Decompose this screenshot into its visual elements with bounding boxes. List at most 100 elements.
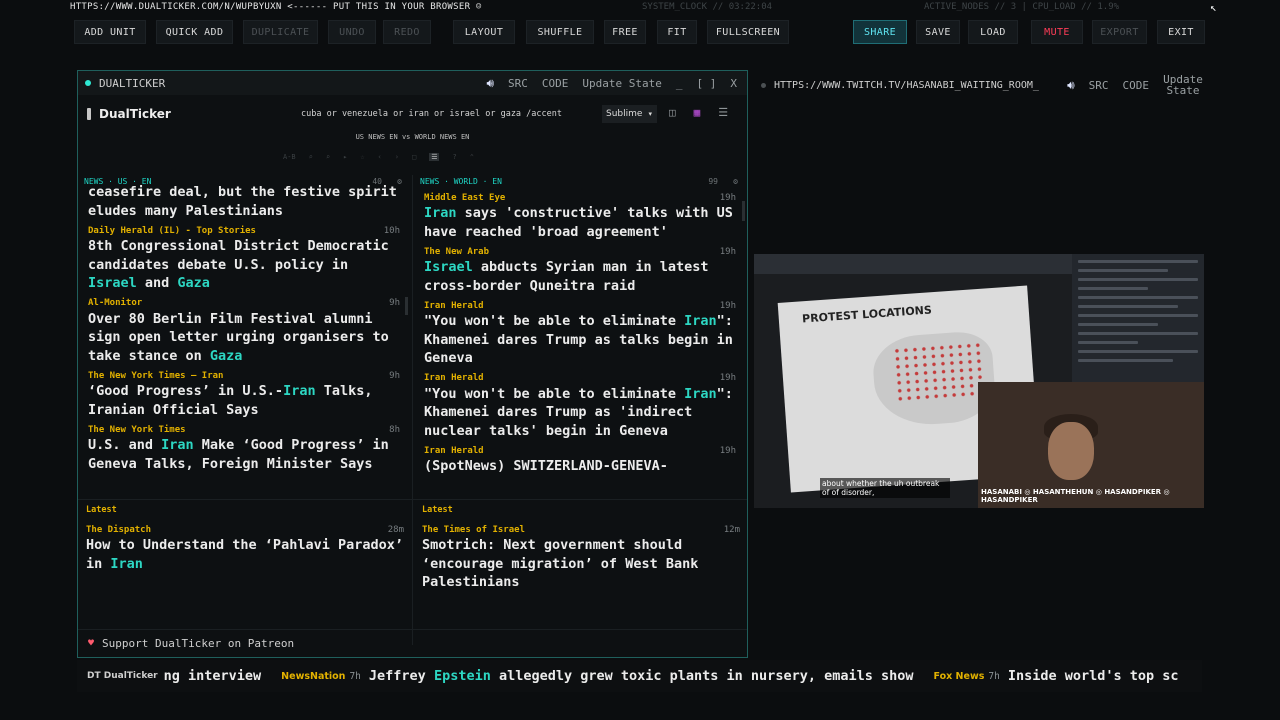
ticker-headline[interactable]: Jeffrey Epstein allegedly grew toxic pla…: [369, 668, 914, 684]
news-item[interactable]: The Times of Israel 12m Smotrich: Next gov…: [422, 523, 740, 592]
mini-tool-icon[interactable]: ☰: [429, 153, 440, 161]
grid-view-icon[interactable]: ▦: [694, 106, 701, 119]
news-item[interactable]: The New York Times — Iran 9h ‘Good Progres…: [88, 369, 400, 419]
mini-tool-icon[interactable]: A-B: [283, 153, 296, 161]
latest-world-item[interactable]: The Times of Israel 12m Smotrich: Next gov…: [422, 523, 740, 596]
stream-video[interactable]: PROTEST LOCATIONS HASANABI ◎ HASANTHEHUN…: [754, 254, 1204, 508]
menu-icon[interactable]: ☰: [718, 106, 728, 119]
settings-icon[interactable]: ⚙: [733, 177, 738, 186]
news-headline[interactable]: How to Understand the ‘Pahlavi Paradox’ …: [86, 536, 404, 573]
duplicate-button[interactable]: DUPLICATE: [243, 20, 318, 44]
code-button[interactable]: CODE: [1123, 79, 1150, 92]
layout-button[interactable]: LAYOUT: [453, 20, 515, 44]
patreon-link[interactable]: ♥ Support DualTicker on Patreon: [78, 629, 747, 657]
fit-button[interactable]: FIT: [657, 20, 697, 44]
video-caption: about whether the uh outbreak of of diso…: [820, 478, 950, 498]
keyword-highlight: Epstein: [433, 668, 491, 684]
news-headline[interactable]: Smotrich: Next government should ‘encour…: [422, 536, 740, 592]
news-item[interactable]: Iran Herald 19h "You won't be able to elim…: [424, 299, 736, 368]
news-headline[interactable]: ceasefire deal, but the festive spirit e…: [88, 183, 400, 220]
news-item[interactable]: The Dispatch 28m How to Understand the ‘Pa…: [86, 523, 404, 573]
news-item[interactable]: The New York Times 8h U.S. and Iran Make ‘…: [88, 423, 400, 473]
load-button[interactable]: LOAD: [968, 20, 1018, 44]
news-headline[interactable]: Israel abducts Syrian man in latest cros…: [424, 258, 736, 295]
headline-text: U.S. and: [88, 437, 162, 453]
news-item[interactable]: Daily Herald (IL) - Top Stories 10h 8th Co…: [88, 224, 400, 293]
headline-text: 8th Congressional District Democratic ca…: [88, 238, 389, 273]
news-source: Iran Herald: [424, 373, 484, 383]
search-input[interactable]: [297, 104, 587, 124]
news-headline[interactable]: ‘Good Progress’ in U.S.-Iran Talks, Iran…: [88, 382, 400, 419]
mute-button[interactable]: MUTE: [1031, 20, 1083, 44]
news-headline[interactable]: "You won't be able to eliminate Iran": K…: [424, 385, 736, 441]
app-header: DualTicker Sublime ▾ ◫ ▦ ☰: [79, 103, 747, 125]
mini-tool-icon[interactable]: ?: [452, 153, 456, 161]
news-ticker[interactable]: DT DualTicker ng interview NewsNation 7h J…: [77, 660, 1202, 692]
save-button[interactable]: SAVE: [916, 20, 960, 44]
code-button[interactable]: CODE: [542, 77, 569, 90]
news-source-row: The New Arab 19h: [424, 245, 736, 258]
world-scrollbar[interactable]: [742, 201, 745, 221]
news-item[interactable]: Middle East Eye 19h Iran says 'constructiv…: [424, 191, 736, 241]
news-time: 8h: [389, 424, 400, 435]
news-item[interactable]: ceasefire deal, but the festive spirit e…: [88, 183, 400, 220]
export-button[interactable]: EXPORT: [1092, 20, 1147, 44]
twitch-panel-titlebar[interactable]: HTTPS://WWW.TWITCH.TV/HASANABI_WAITING_R…: [755, 70, 1205, 100]
news-headline[interactable]: Iran says 'constructive' talks with US h…: [424, 204, 736, 241]
us-scrollbar[interactable]: [405, 297, 408, 315]
exit-button[interactable]: EXIT: [1157, 20, 1205, 44]
ticker-headline[interactable]: Inside world's top sc: [1008, 668, 1179, 684]
mini-tool-icon[interactable]: ☆: [360, 153, 364, 161]
dualticker-panel: DUALTICKER 🔊︎ SRC CODE Update State _ [ …: [77, 70, 748, 658]
news-source-row: Iran Herald 19h: [424, 299, 736, 312]
mini-tool-icon[interactable]: ›: [395, 153, 399, 161]
close-button[interactable]: X: [730, 77, 737, 90]
mini-tool-icon[interactable]: ‹: [378, 153, 382, 161]
news-headline[interactable]: (SpotNews) SWITZERLAND-GENEVA-: [424, 457, 736, 476]
theme-select[interactable]: Sublime ▾: [602, 105, 657, 123]
news-item[interactable]: The New Arab 19h Israel abducts Syrian man…: [424, 245, 736, 295]
latest-us-item[interactable]: The Dispatch 28m How to Understand the ‘Pa…: [86, 523, 404, 577]
us-news-list[interactable]: ceasefire deal, but the festive spirit e…: [88, 183, 400, 495]
news-headline[interactable]: "You won't be able to eliminate Iran": K…: [424, 312, 736, 368]
logo-icon: [87, 108, 91, 120]
news-source-row: The New York Times — Iran 9h: [88, 369, 400, 382]
news-headline[interactable]: 8th Congressional District Democratic ca…: [88, 237, 400, 293]
news-item[interactable]: Iran Herald 19h "You won't be able to elim…: [424, 372, 736, 441]
update-state-button[interactable]: Update State: [582, 77, 661, 90]
ticker-source: NewsNation: [281, 670, 346, 682]
keyword-highlight: Iran: [684, 313, 717, 329]
news-headline[interactable]: Over 80 Berlin Film Festival alumni sign…: [88, 310, 400, 366]
news-item[interactable]: Iran Herald 19h (SpotNews) SWITZERLAND-GEN…: [424, 444, 736, 476]
world-news-list[interactable]: Middle East Eye 19h Iran says 'constructiv…: [424, 191, 736, 503]
share-button[interactable]: SHARE: [853, 20, 907, 44]
minimize-button[interactable]: _: [676, 77, 683, 90]
add-unit-button[interactable]: ADD UNIT: [74, 20, 146, 44]
maximize-button[interactable]: [ ]: [697, 77, 717, 90]
speaker-icon[interactable]: 🔊︎: [486, 76, 494, 91]
mini-tool-icon[interactable]: □: [412, 153, 416, 161]
undo-button[interactable]: UNDO: [328, 20, 376, 44]
mini-tool-icon[interactable]: ⌕: [309, 153, 313, 161]
layout-toggle-icon[interactable]: ◫: [669, 106, 676, 119]
shuffle-button[interactable]: SHUFFLE: [526, 20, 594, 44]
twitch-panel-title: HTTPS://WWW.TWITCH.TV/HASANABI_WAITING_R…: [774, 79, 1039, 91]
mini-tool-icon[interactable]: ⌃: [470, 153, 474, 161]
free-button[interactable]: FREE: [604, 20, 646, 44]
news-item[interactable]: Al-Monitor 9h Over 80 Berlin Film Festival…: [88, 297, 400, 366]
update-state-button[interactable]: Update State: [1163, 74, 1203, 96]
status-dot-icon: [761, 82, 766, 88]
news-time: 19h: [719, 445, 736, 456]
mini-tool-icon[interactable]: ⌕: [326, 153, 330, 161]
src-button[interactable]: SRC: [1089, 79, 1109, 92]
speaker-icon[interactable]: 🔊︎: [1067, 78, 1075, 93]
mini-tool-icon[interactable]: ▸: [343, 153, 347, 161]
src-button[interactable]: SRC: [508, 77, 528, 90]
news-headline[interactable]: U.S. and Iran Make ‘Good Progress’ in Ge…: [88, 436, 400, 473]
quick-add-button[interactable]: QUICK ADD: [156, 20, 233, 44]
panel-titlebar[interactable]: DUALTICKER 🔊︎ SRC CODE Update State _ [ …: [78, 71, 747, 95]
ticker-time: 7h: [988, 670, 1000, 682]
ticker-source: Fox News: [933, 670, 985, 682]
redo-button[interactable]: REDO: [383, 20, 431, 44]
fullscreen-button[interactable]: FULLSCREEN: [707, 20, 789, 44]
